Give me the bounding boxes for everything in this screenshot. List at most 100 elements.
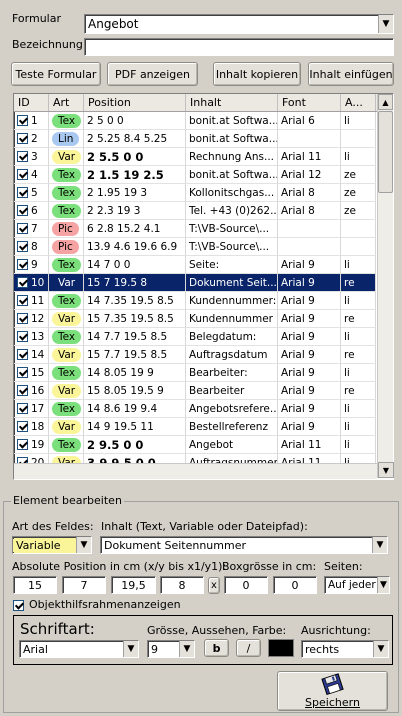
italic-button[interactable]: / bbox=[236, 639, 261, 657]
table-row[interactable]: 12 Var 15 7.35 19.5 8.5 Kundennummer Arial 9… bbox=[14, 310, 393, 328]
bold-button[interactable]: b bbox=[204, 639, 229, 657]
formular-select[interactable]: Angebot ▼ bbox=[84, 14, 394, 34]
cell-id[interactable]: 17 bbox=[14, 400, 49, 418]
cell-id[interactable]: 18 bbox=[14, 418, 49, 436]
table-row[interactable]: 18 Var 14 9 19.5 11 Bestellreferenz Arial 9l… bbox=[14, 418, 393, 436]
table-row[interactable]: 13 Tex 14 7.7 19.5 8.5 Belegdatum: Arial 9 li bbox=[14, 328, 393, 346]
cell-id[interactable]: 19 bbox=[14, 436, 49, 454]
objekt-checkbox[interactable] bbox=[13, 599, 24, 611]
row-checkbox[interactable] bbox=[17, 367, 28, 378]
table-row[interactable]: 1 Tex 2 5 0 0 bonit.at Softwa... Arial 6 li bbox=[14, 112, 393, 130]
paste-content-button[interactable]: Inhalt einfügen bbox=[308, 62, 394, 86]
table-row[interactable]: 17 Tex 14 8.6 19 9.4 Angebotsrefere... Arial… bbox=[14, 400, 393, 418]
table-row[interactable]: 8 Pic 13.9 4.6 19.6 6.9 T:\VB-Source\... bbox=[14, 238, 393, 256]
cell-id[interactable]: 4 bbox=[14, 166, 49, 184]
x-button[interactable]: x bbox=[208, 577, 220, 594]
row-checkbox[interactable] bbox=[17, 403, 28, 414]
col-art-header[interactable]: Art bbox=[49, 94, 84, 111]
row-checkbox[interactable] bbox=[17, 169, 28, 180]
chevron-down-icon[interactable]: ▼ bbox=[373, 641, 388, 657]
chevron-down-icon[interactable]: ▼ bbox=[123, 641, 138, 657]
row-checkbox[interactable] bbox=[17, 223, 28, 234]
cell-id[interactable]: 16 bbox=[14, 382, 49, 400]
cell-id[interactable]: 7 bbox=[14, 220, 49, 238]
cell-id[interactable]: 15 bbox=[14, 364, 49, 382]
col-align-header[interactable]: A... bbox=[341, 94, 376, 111]
cell-id[interactable]: 3 bbox=[14, 148, 49, 166]
cell-id[interactable]: 8 bbox=[14, 238, 49, 256]
row-checkbox[interactable] bbox=[17, 295, 28, 306]
table-row[interactable]: 16 Var 15 8.05 19.5 9 Bearbeiter Arial 9 re bbox=[14, 382, 393, 400]
seiten-select[interactable]: Auf jeder ▼ bbox=[324, 576, 390, 594]
chevron-down-icon[interactable]: ▼ bbox=[372, 537, 387, 553]
col-inhalt-header[interactable]: Inhalt bbox=[186, 94, 278, 111]
row-checkbox[interactable] bbox=[17, 187, 28, 198]
table-row[interactable]: 3 Var 2 5.5 0 0 Rechnung Ans... Arial 11 li bbox=[14, 148, 393, 166]
cell-id[interactable]: 6 bbox=[14, 202, 49, 220]
bezeichnung-input[interactable] bbox=[84, 38, 394, 56]
chevron-down-icon[interactable]: ▼ bbox=[378, 15, 393, 33]
table-row[interactable]: 2 Lin 2 5.25 8.4 5.25 bonit.at Softwa... bbox=[14, 130, 393, 148]
cell-id[interactable]: 1 bbox=[14, 112, 49, 130]
col-id-header[interactable]: ID bbox=[14, 94, 49, 111]
row-checkbox[interactable] bbox=[17, 313, 28, 324]
table-row[interactable]: 4 Tex 2 1.5 19 2.5 bonit.at Softwa... Arial … bbox=[14, 166, 393, 184]
test-form-button[interactable]: Teste Formular bbox=[11, 62, 101, 86]
row-checkbox[interactable] bbox=[17, 421, 28, 432]
copy-content-button[interactable]: Inhalt kopieren bbox=[213, 62, 301, 86]
box-height-input[interactable]: 0 bbox=[273, 576, 317, 594]
cell-id[interactable]: 11 bbox=[14, 292, 49, 310]
table-row[interactable]: 5 Tex 2 1.95 19 3 Kollonitschgas... Arial 8z… bbox=[14, 184, 393, 202]
table-row[interactable]: 10 Var 15 7 19.5 8 Dokument Seit... Arial 9r… bbox=[14, 274, 393, 292]
table-row[interactable]: 14 Var 15 7.7 19.5 8.5 Auftragsdatum Arial 9… bbox=[14, 346, 393, 364]
elements-table[interactable]: ID Art Position Inhalt Font A... 1 Tex 2 5… bbox=[13, 93, 394, 480]
table-row[interactable]: 6 Tex 2 2.3 19 3 Tel. +43 (0)262... Arial 8z… bbox=[14, 202, 393, 220]
ausrichtung-select[interactable]: rechts ▼ bbox=[301, 640, 389, 658]
table-row[interactable]: 7 Pic 6 2.8 15.2 4.1 T:\VB-Source\... bbox=[14, 220, 393, 238]
table-row[interactable]: 9 Tex 14 7 0 0 Seite: Arial 9 li bbox=[14, 256, 393, 274]
row-checkbox[interactable] bbox=[17, 385, 28, 396]
cell-id[interactable]: 12 bbox=[14, 310, 49, 328]
scroll-thumb[interactable] bbox=[378, 111, 393, 193]
art-select[interactable]: Variable ▼ bbox=[12, 536, 92, 554]
pos-y1-input[interactable]: 8 bbox=[160, 576, 204, 594]
inhalt-select[interactable]: Dokument Seitennummer ▼ bbox=[100, 536, 388, 554]
row-checkbox[interactable] bbox=[17, 259, 28, 270]
table-row[interactable]: 11 Tex 14 7.35 19.5 8.5 Kundennummer: Arial … bbox=[14, 292, 393, 310]
row-checkbox[interactable] bbox=[17, 331, 28, 342]
cell-id[interactable]: 9 bbox=[14, 256, 49, 274]
font-color-swatch[interactable] bbox=[268, 639, 294, 657]
horizontal-scrollbar[interactable] bbox=[14, 463, 377, 479]
row-checkbox[interactable] bbox=[17, 439, 28, 450]
row-checkbox[interactable] bbox=[17, 241, 28, 252]
row-checkbox[interactable] bbox=[17, 349, 28, 360]
schriftart-select[interactable]: Arial ▼ bbox=[19, 640, 139, 658]
pdf-view-button[interactable]: PDF anzeigen bbox=[107, 62, 198, 86]
cell-id[interactable]: 13 bbox=[14, 328, 49, 346]
box-width-input[interactable]: 0 bbox=[224, 576, 268, 594]
chevron-down-icon[interactable]: ▼ bbox=[76, 537, 91, 553]
table-row[interactable]: 15 Tex 14 8.05 19 9 Bearbeiter: Arial 9 li bbox=[14, 364, 393, 382]
pos-x-input[interactable]: 15 bbox=[13, 576, 57, 594]
pos-y-input[interactable]: 7 bbox=[62, 576, 106, 594]
chevron-down-icon[interactable]: ▼ bbox=[377, 577, 389, 593]
save-button[interactable]: Speichern bbox=[277, 671, 388, 711]
row-checkbox[interactable] bbox=[17, 133, 28, 144]
cell-id[interactable]: 5 bbox=[14, 184, 49, 202]
chevron-down-icon[interactable]: ▼ bbox=[179, 641, 194, 657]
size-select[interactable]: 9 ▼ bbox=[147, 640, 195, 658]
scroll-down-icon[interactable]: ▼ bbox=[378, 462, 394, 478]
row-checkbox[interactable] bbox=[17, 151, 28, 162]
vertical-scrollbar[interactable]: ▲ ▼ bbox=[377, 94, 394, 478]
row-checkbox[interactable] bbox=[17, 205, 28, 216]
pos-x1-input[interactable]: 19,5 bbox=[111, 576, 156, 594]
scroll-up-icon[interactable]: ▲ bbox=[378, 94, 393, 110]
cell-id[interactable]: 10 bbox=[14, 274, 49, 292]
row-checkbox[interactable] bbox=[17, 277, 28, 288]
col-font-header[interactable]: Font bbox=[278, 94, 341, 111]
col-position-header[interactable]: Position bbox=[84, 94, 186, 111]
row-checkbox[interactable] bbox=[17, 115, 28, 126]
cell-id[interactable]: 14 bbox=[14, 346, 49, 364]
cell-id[interactable]: 2 bbox=[14, 130, 49, 148]
table-row[interactable]: 19 Tex 2 9.5 0 0 Angebot Arial 11 li bbox=[14, 436, 393, 454]
